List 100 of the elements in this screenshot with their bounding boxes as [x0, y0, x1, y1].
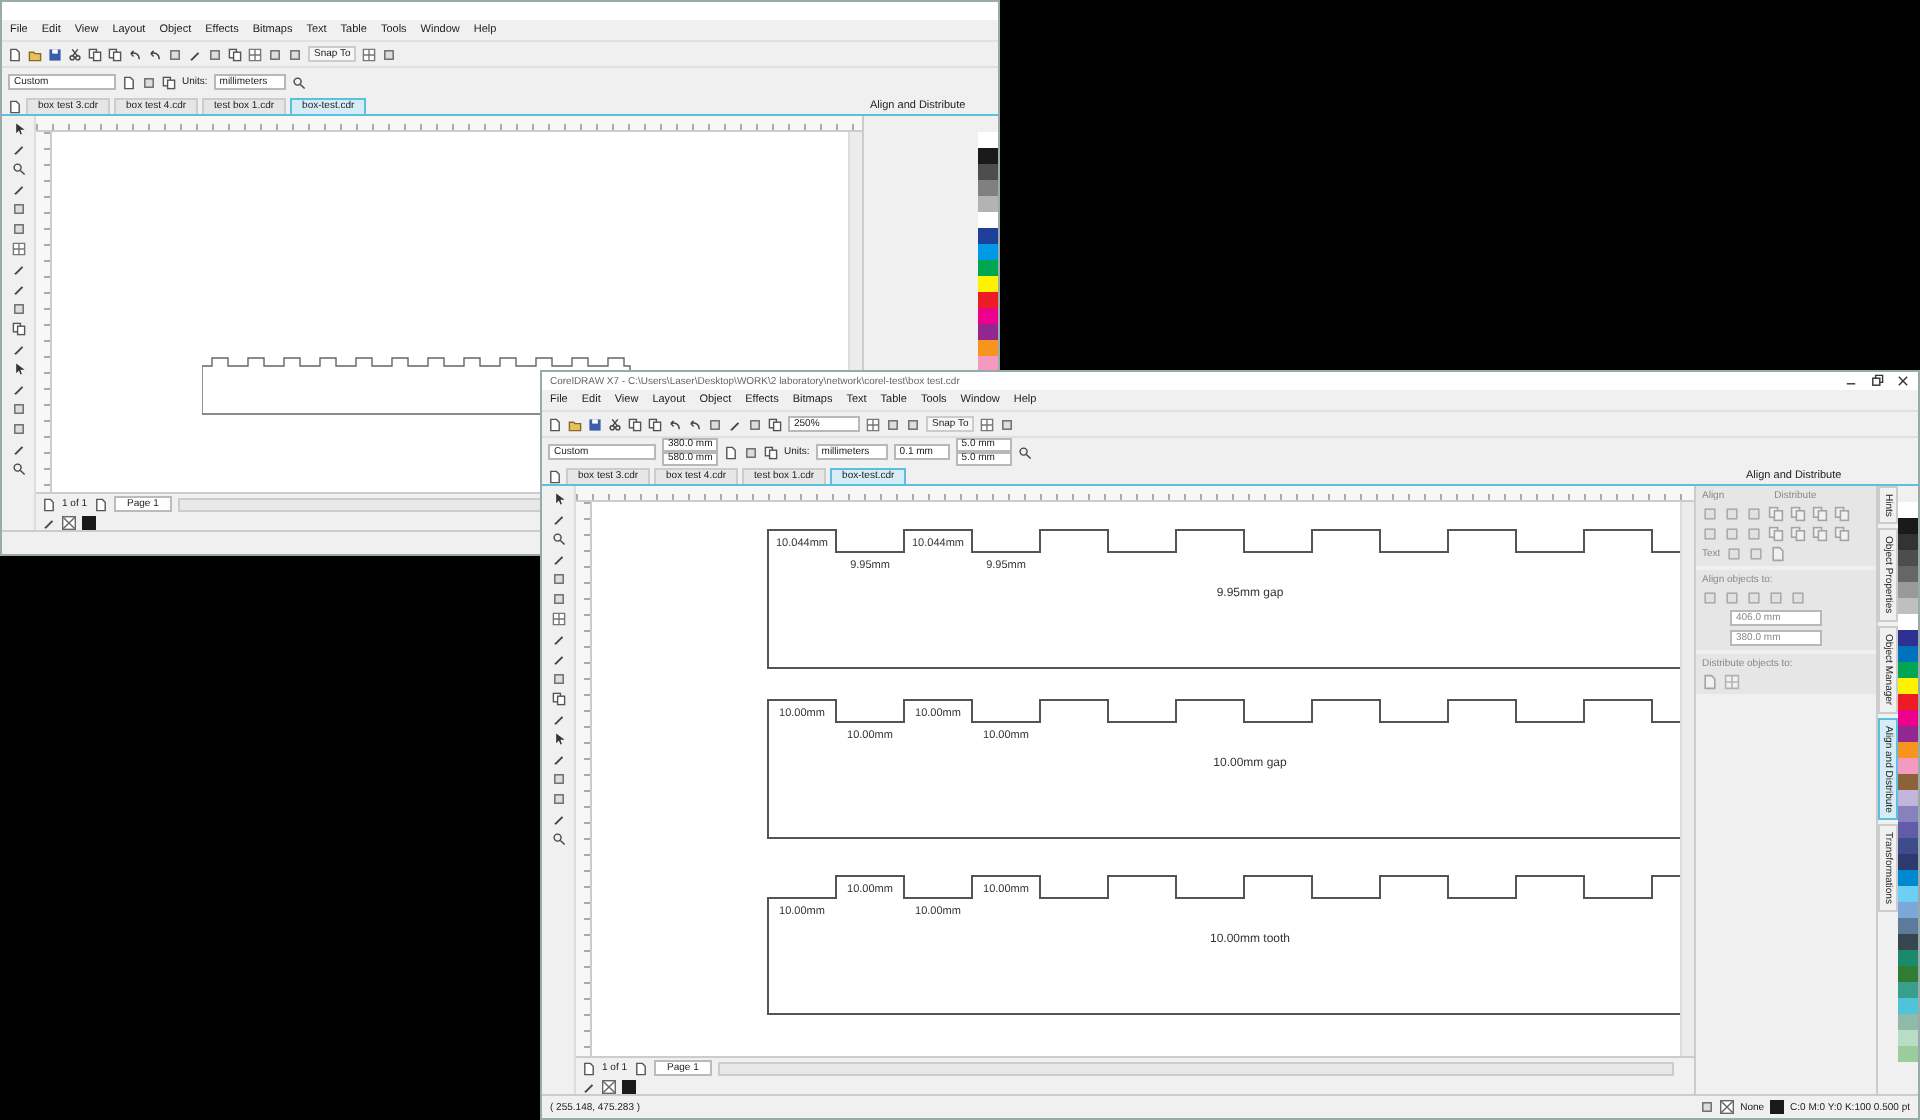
- color-swatch[interactable]: [1898, 502, 1918, 518]
- square-icon[interactable]: [11, 222, 25, 236]
- color-swatch[interactable]: [1898, 806, 1918, 822]
- close-icon[interactable]: [1896, 374, 1910, 388]
- square-icon[interactable]: [208, 47, 222, 61]
- undo-icon[interactable]: [668, 417, 682, 431]
- color-swatch[interactable]: [1898, 854, 1918, 870]
- grid-icon[interactable]: [11, 242, 25, 256]
- pointer-icon[interactable]: [11, 362, 25, 376]
- square-icon[interactable]: [268, 47, 282, 61]
- grid-icon[interactable]: [866, 417, 880, 431]
- pen-icon[interactable]: [188, 47, 202, 61]
- color-swatch[interactable]: [978, 228, 998, 244]
- grid-icon[interactable]: [248, 47, 262, 61]
- color-swatch[interactable]: [1898, 726, 1918, 742]
- color-swatch[interactable]: [1898, 934, 1918, 950]
- folder-icon[interactable]: [28, 47, 42, 61]
- pen-icon[interactable]: [11, 182, 25, 196]
- color-swatch[interactable]: [978, 260, 998, 276]
- square-icon[interactable]: [551, 792, 565, 806]
- new-page-icon[interactable]: [582, 1061, 596, 1075]
- color-swatch[interactable]: [1898, 886, 1918, 902]
- pointer-icon[interactable]: [11, 122, 25, 136]
- color-swatch[interactable]: [978, 276, 998, 292]
- color-swatch[interactable]: [978, 132, 998, 148]
- square-icon[interactable]: [11, 422, 25, 436]
- pen-icon[interactable]: [551, 752, 565, 766]
- restore-icon[interactable]: [1870, 374, 1884, 388]
- grid-icon[interactable]: [362, 47, 377, 61]
- square-icon[interactable]: [11, 402, 25, 416]
- new-page-icon[interactable]: [93, 497, 108, 511]
- color-swatch[interactable]: [1898, 790, 1918, 806]
- color-swatch[interactable]: [978, 308, 998, 324]
- color-swatch[interactable]: [1898, 838, 1918, 854]
- pen-icon[interactable]: [551, 812, 565, 826]
- color-swatch[interactable]: [1898, 1030, 1918, 1046]
- color-swatch[interactable]: [1898, 566, 1918, 582]
- grid-icon[interactable]: [551, 612, 565, 626]
- no-fill-swatch-icon[interactable]: [62, 515, 76, 529]
- new-page-icon[interactable]: [42, 497, 56, 511]
- color-swatch[interactable]: [1898, 646, 1918, 662]
- pen-icon[interactable]: [11, 342, 25, 356]
- zoom-icon[interactable]: [551, 532, 565, 546]
- grid-icon[interactable]: [980, 417, 995, 431]
- square-icon[interactable]: [551, 772, 565, 786]
- color-swatch[interactable]: [1898, 998, 1918, 1014]
- color-swatch[interactable]: [978, 244, 998, 260]
- new-page-icon[interactable]: [548, 417, 562, 431]
- scissors-icon[interactable]: [68, 47, 82, 61]
- undo-icon[interactable]: [688, 417, 702, 431]
- square-icon[interactable]: [168, 47, 182, 61]
- color-swatch[interactable]: [1898, 662, 1918, 678]
- color-swatch[interactable]: [1898, 982, 1918, 998]
- pen-icon[interactable]: [551, 712, 565, 726]
- save-icon[interactable]: [588, 417, 602, 431]
- square-icon[interactable]: [551, 572, 565, 586]
- undo-icon[interactable]: [128, 47, 142, 61]
- no-fill-swatch-icon[interactable]: [1720, 1100, 1735, 1114]
- zoom-icon[interactable]: [11, 462, 25, 476]
- color-swatch[interactable]: [978, 164, 998, 180]
- color-swatch[interactable]: [1898, 950, 1918, 966]
- color-swatch[interactable]: [978, 196, 998, 212]
- current-color-swatch[interactable]: [82, 515, 96, 529]
- scissors-icon[interactable]: [608, 417, 622, 431]
- color-swatch[interactable]: [1898, 710, 1918, 726]
- square-icon[interactable]: [142, 75, 156, 89]
- color-swatch[interactable]: [978, 340, 998, 356]
- color-swatch[interactable]: [1898, 630, 1918, 646]
- zoom-icon[interactable]: [11, 162, 25, 176]
- copy-icon[interactable]: [162, 75, 176, 89]
- color-swatch[interactable]: [1898, 902, 1918, 918]
- color-swatch[interactable]: [1898, 694, 1918, 710]
- new-page-icon[interactable]: [8, 47, 22, 61]
- zoom-icon[interactable]: [291, 75, 306, 89]
- square-icon[interactable]: [11, 202, 25, 216]
- save-icon[interactable]: [48, 47, 62, 61]
- square-icon[interactable]: [708, 417, 722, 431]
- square-icon[interactable]: [906, 417, 920, 431]
- square-icon[interactable]: [1000, 417, 1015, 431]
- no-fill-swatch-icon[interactable]: [602, 1079, 616, 1093]
- pointer-icon[interactable]: [551, 732, 565, 746]
- square-icon[interactable]: [886, 417, 900, 431]
- square-icon[interactable]: [288, 47, 302, 61]
- pen-icon[interactable]: [11, 442, 25, 456]
- square-icon[interactable]: [551, 592, 565, 606]
- color-swatch[interactable]: [978, 180, 998, 196]
- color-swatch[interactable]: [1898, 1046, 1918, 1062]
- color-swatch[interactable]: [1898, 598, 1918, 614]
- color-swatch[interactable]: [1898, 774, 1918, 790]
- color-swatch[interactable]: [1898, 918, 1918, 934]
- zoom-icon[interactable]: [551, 832, 565, 846]
- pen-icon[interactable]: [11, 142, 25, 156]
- color-swatch[interactable]: [1898, 614, 1918, 630]
- new-page-icon[interactable]: [724, 445, 738, 459]
- color-swatch[interactable]: [1898, 518, 1918, 534]
- new-page-icon[interactable]: [122, 75, 136, 89]
- pen-icon[interactable]: [11, 382, 25, 396]
- color-swatch[interactable]: [1898, 678, 1918, 694]
- current-color-swatch[interactable]: [622, 1079, 636, 1093]
- zoom-icon[interactable]: [1017, 445, 1032, 459]
